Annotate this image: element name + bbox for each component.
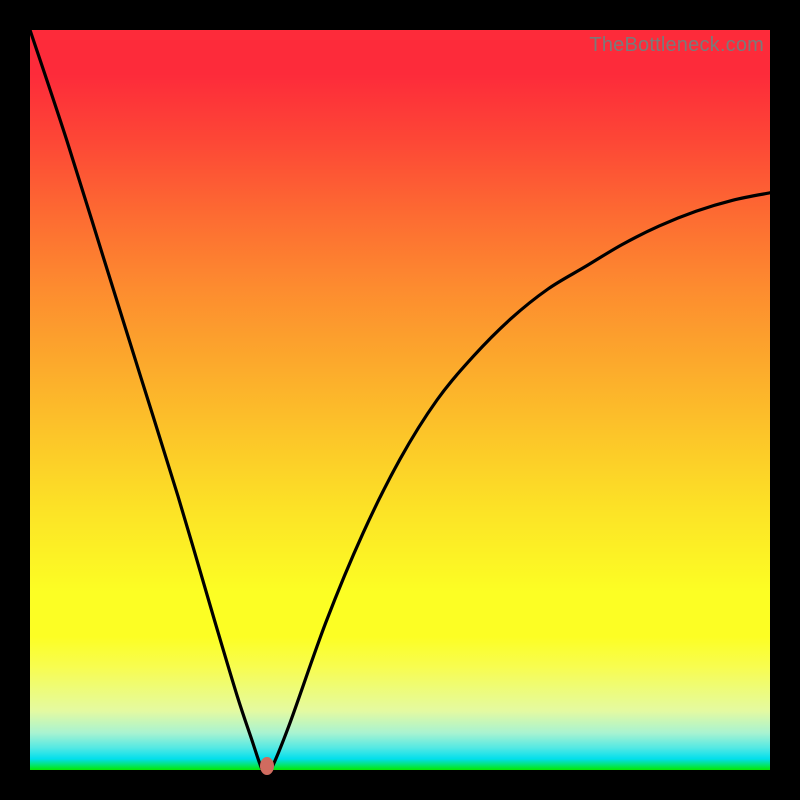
chart-root: TheBottleneck.com xyxy=(0,0,800,800)
plot-area: TheBottleneck.com xyxy=(30,30,770,770)
optimal-marker xyxy=(260,757,274,775)
bottleneck-curve xyxy=(30,30,770,770)
